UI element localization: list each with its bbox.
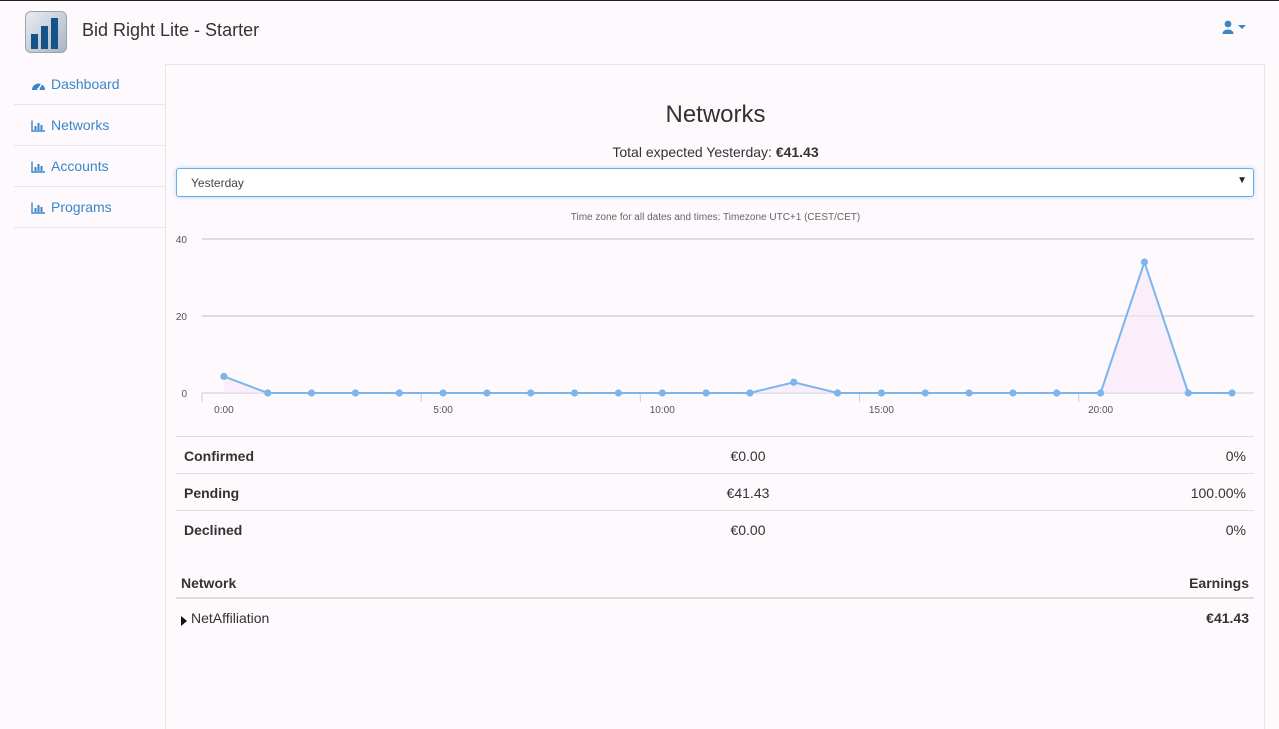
sidebar-item-accounts[interactable]: Accounts: [14, 146, 165, 187]
bar-chart-icon: [31, 120, 45, 132]
data-point: [351, 389, 360, 397]
sidebar-item-label: Programs: [51, 199, 112, 215]
data-point: [746, 389, 754, 397]
page-title: Networks: [665, 101, 766, 128]
table-row[interactable]: NetAffiliation €41.43: [176, 599, 1254, 637]
dashboard-icon: [32, 83, 45, 91]
summary-row-declined: Declined €0.00 0%: [176, 510, 1254, 547]
sidebar-item-label: Dashboard: [51, 76, 120, 92]
sidebar-item-dashboard[interactable]: Dashboard: [14, 64, 165, 105]
table-header: Network Earnings: [176, 565, 1254, 599]
period-select-value: Yesterday: [191, 176, 244, 190]
summary-percent: 0%: [1225, 448, 1246, 464]
x-tick-label: 10:00: [650, 405, 675, 416]
data-point: [614, 389, 623, 397]
summary-percent: 100.00%: [1190, 485, 1246, 501]
data-point: [921, 389, 929, 397]
x-tick-label: 20:00: [1088, 405, 1113, 416]
user-icon: [1222, 20, 1234, 34]
sidebar-item-label: Networks: [51, 117, 110, 133]
column-header-network[interactable]: Network: [181, 575, 236, 591]
data-point: [483, 389, 491, 397]
column-header-earnings[interactable]: Earnings: [1189, 575, 1249, 591]
data-point: [1096, 389, 1105, 397]
y-tick-label: 0: [181, 389, 187, 400]
app-title: Bid Right Lite - Starter: [82, 20, 260, 40]
network-name: NetAffiliation: [191, 610, 270, 626]
network-table: Network Earnings NetAffiliation €41.43: [176, 565, 1254, 637]
x-tick-label: 0:00: [214, 405, 234, 416]
sidebar-item-programs[interactable]: Programs: [14, 187, 165, 228]
y-tick-label: 20: [176, 312, 188, 323]
summary-row-confirmed: Confirmed €0.00 0%: [176, 436, 1254, 473]
summary-percent: 0%: [1225, 522, 1246, 538]
network-earnings: €41.43: [1206, 610, 1249, 626]
data-point: [395, 389, 403, 397]
caret-down-icon: ▼: [1237, 175, 1247, 186]
total-expected-value: €41.43: [775, 144, 819, 160]
data-point: [439, 389, 447, 397]
data-point: [570, 389, 579, 397]
data-point: [527, 389, 535, 397]
summary-row-pending: Pending €41.43 100.00%: [176, 473, 1254, 510]
x-tick-label: 15:00: [869, 405, 894, 416]
summary-value: €0.00: [730, 448, 766, 464]
data-point: [220, 372, 228, 381]
total-expected: Total expected Yesterday: €41.43: [166, 144, 1265, 160]
data-point: [790, 378, 798, 386]
series-area: [223, 262, 1233, 393]
summary-value: €41.43: [726, 485, 770, 501]
status-summary: Confirmed €0.00 0% Pending €41.43 100.00…: [176, 436, 1254, 547]
data-point: [1140, 258, 1149, 266]
x-tick-label: 5:00: [433, 405, 453, 416]
summary-value: €0.00: [730, 522, 766, 538]
sidebar-item-networks[interactable]: Networks: [14, 105, 165, 146]
data-point: [833, 389, 842, 397]
main-panel: Networks Total expected Yesterday: €41.4…: [166, 64, 1265, 729]
data-point: [702, 389, 710, 397]
app-logo: [25, 11, 67, 53]
bar-chart-icon: [31, 202, 45, 214]
data-point: [1184, 389, 1192, 397]
total-expected-label: Total expected Yesterday:: [612, 144, 776, 160]
user-menu-button[interactable]: [1222, 18, 1252, 38]
timezone-note: Time zone for all dates and times: Timez…: [570, 212, 861, 223]
data-point: [1228, 389, 1236, 397]
bar-chart-icon: [31, 161, 45, 173]
y-tick-label: 40: [176, 235, 188, 246]
top-bar: Bid Right Lite - Starter: [0, 1, 1279, 63]
expand-triangle-icon[interactable]: [181, 616, 187, 626]
bar-chart-logo-icon: [31, 18, 58, 49]
data-point: [307, 389, 316, 397]
data-point: [1009, 389, 1017, 397]
data-point: [877, 389, 886, 397]
data-point: [658, 389, 666, 397]
chevron-down-icon: [1238, 25, 1246, 29]
data-point: [1053, 389, 1061, 397]
sidebar-item-label: Accounts: [51, 158, 109, 174]
period-select[interactable]: Yesterday ▼: [176, 168, 1254, 197]
data-point: [264, 389, 272, 397]
earnings-line-chart: 0 20 40 0:00 5:00 10:00 15:00 20:00: [176, 235, 1254, 416]
series-line: [223, 258, 1233, 394]
data-point: [965, 389, 973, 397]
sidebar: Dashboard Networks Accounts Programs: [14, 64, 166, 729]
